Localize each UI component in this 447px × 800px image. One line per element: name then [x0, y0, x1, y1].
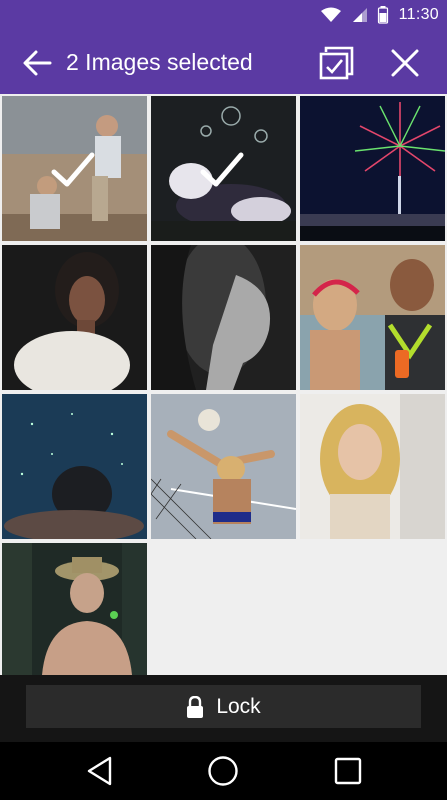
image-tile[interactable] — [151, 394, 296, 539]
check-icon — [51, 152, 95, 187]
nav-home-icon[interactable] — [206, 754, 240, 788]
wifi-icon — [320, 7, 341, 22]
battery-icon — [377, 6, 388, 24]
check-icon — [200, 152, 244, 187]
status-time: 11:30 — [398, 6, 439, 23]
image-tile[interactable] — [300, 394, 445, 539]
image-tile[interactable] — [2, 96, 147, 241]
arrow-back-icon[interactable] — [22, 48, 52, 78]
nav-back-icon[interactable] — [84, 754, 118, 788]
image-tile[interactable] — [2, 543, 147, 675]
lock-icon — [187, 695, 204, 718]
image-tile[interactable] — [300, 245, 445, 390]
select-all-icon[interactable] — [318, 46, 354, 80]
close-icon[interactable] — [389, 48, 421, 78]
image-grid — [0, 94, 447, 675]
navigation-bar — [0, 742, 447, 800]
image-tile[interactable] — [151, 245, 296, 390]
nav-recents-icon[interactable] — [331, 754, 365, 788]
status-bar: 11:30 — [0, 0, 447, 30]
lock-button[interactable]: Lock — [26, 685, 421, 728]
cell-signal-icon — [352, 8, 367, 22]
image-tile[interactable] — [300, 96, 445, 241]
page-title: 2 Images selected — [66, 49, 253, 75]
bottom-bar: Lock — [0, 675, 447, 742]
lock-button-label: Lock — [216, 694, 261, 718]
app-bar: 2 Images selected — [0, 30, 447, 94]
image-tile[interactable] — [151, 96, 296, 241]
image-tile[interactable] — [2, 245, 147, 390]
image-tile[interactable] — [2, 394, 147, 539]
